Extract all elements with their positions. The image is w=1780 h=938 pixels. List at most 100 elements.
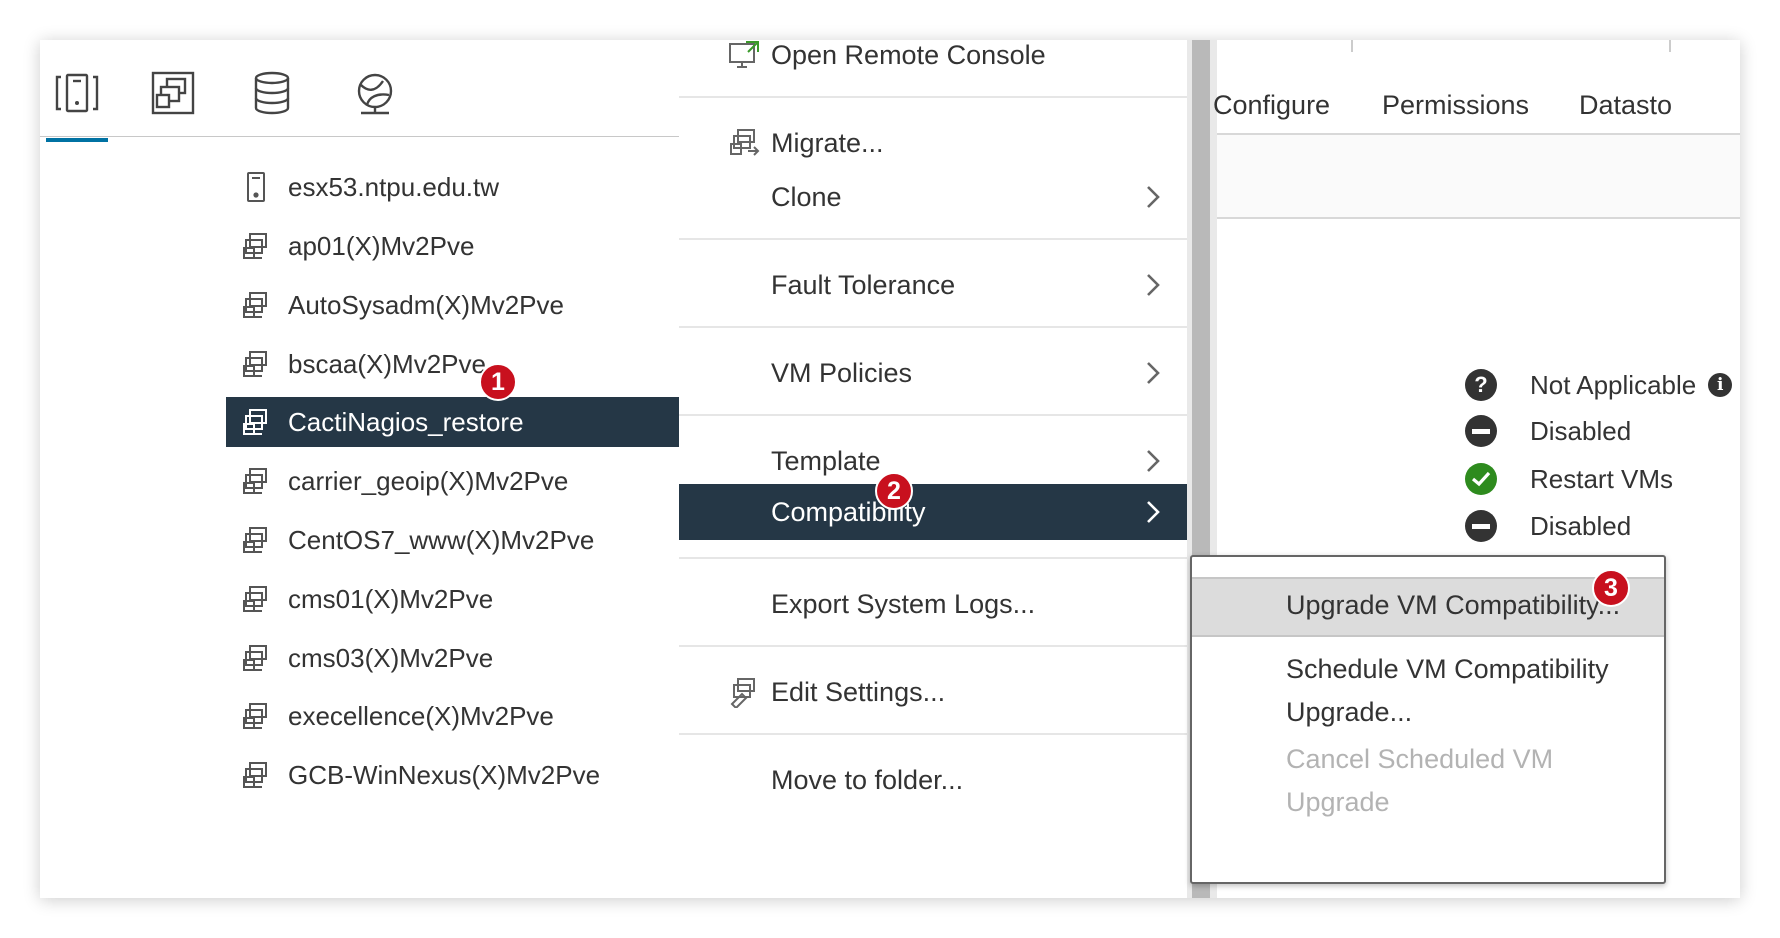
vm-icon xyxy=(238,757,274,793)
menu-item-edit-settings[interactable]: Edit Settings... xyxy=(679,661,1187,723)
chevron-right-icon xyxy=(1143,498,1163,526)
vm-icon xyxy=(238,228,274,264)
host-icon xyxy=(238,169,274,205)
inventory-navigator: esx53.ntpu.edu.tw ap01(X)Mv2Pve AutoSysadm… xyxy=(40,40,680,898)
vm-icon xyxy=(238,346,274,382)
vsphere-client-window: esx53.ntpu.edu.tw ap01(X)Mv2Pve AutoSysadm… xyxy=(40,40,1740,898)
tree-item-label: carrier_geoip(X)Mv2Pve xyxy=(288,465,569,496)
vm-icon xyxy=(238,287,274,323)
toolbar-area xyxy=(1217,135,1740,217)
navigator-tab-bar xyxy=(40,40,679,142)
menu-item-vm-policies[interactable]: VM Policies xyxy=(679,342,1187,404)
header-divider xyxy=(1351,40,1353,52)
menu-item-label: Clone xyxy=(771,181,842,212)
menu-separator xyxy=(679,326,1187,328)
chevron-right-icon xyxy=(1143,359,1163,387)
menu-item-open-remote-console[interactable]: Open Remote Console xyxy=(679,40,1187,86)
tree-item[interactable]: CactiNagios_restore xyxy=(226,397,679,447)
tree-item[interactable]: carrier_geoip(X)Mv2Pve xyxy=(226,456,679,506)
migrate-icon xyxy=(727,126,761,160)
vm-icon xyxy=(238,640,274,676)
status-row-disabled: Disabled xyxy=(1465,411,1631,451)
clipped-header xyxy=(1213,40,1733,50)
menu-item-export-system-logs[interactable]: Export System Logs... xyxy=(679,573,1187,635)
menu-item-fault-tolerance[interactable]: Fault Tolerance xyxy=(679,254,1187,316)
tree-item[interactable]: cms01(X)Mv2Pve xyxy=(226,574,679,624)
tree-item[interactable]: ap01(X)Mv2Pve xyxy=(226,221,679,271)
info-icon[interactable]: i xyxy=(1708,373,1733,397)
vm-icon xyxy=(238,522,274,558)
chevron-right-icon xyxy=(1143,183,1163,211)
menu-separator xyxy=(679,557,1187,559)
status-row-disabled-2: Disabled xyxy=(1465,506,1631,546)
tree-item-label: execellence(X)Mv2Pve xyxy=(288,700,554,731)
tree-item[interactable]: bscaa(X)Mv2Pve xyxy=(226,339,679,389)
submenu-label-line2: Upgrade... xyxy=(1286,697,1413,727)
cancel-scheduled-vm-upgrade-item: Cancel Scheduled VM Upgrade xyxy=(1192,735,1664,835)
vm-icon xyxy=(238,581,274,617)
vm-icon xyxy=(238,698,274,734)
tree-item[interactable]: execellence(X)Mv2Pve xyxy=(226,691,679,741)
menu-item-label: Move to folder... xyxy=(771,764,964,795)
vm-icon xyxy=(238,463,274,499)
question-icon: ? xyxy=(1465,369,1497,401)
tree-item[interactable]: cms03(X)Mv2Pve xyxy=(226,633,679,683)
step-badge-2: 2 xyxy=(875,472,913,510)
tab-configure[interactable]: Configure xyxy=(1213,90,1330,121)
storage-tab[interactable] xyxy=(245,66,299,120)
tree-item[interactable]: CentOS7_www(X)Mv2Pve xyxy=(226,515,679,565)
submenu-label-line1: Cancel Scheduled VM xyxy=(1286,744,1554,774)
menu-item-label: Edit Settings... xyxy=(771,676,946,707)
tree-item[interactable]: AutoSysadm(X)Mv2Pve xyxy=(226,280,679,330)
menu-item-compatibility[interactable]: Compatibility xyxy=(679,484,1187,540)
remote-console-icon xyxy=(727,40,761,72)
step-badge-1: 1 xyxy=(479,363,517,401)
tree-item-label: ap01(X)Mv2Pve xyxy=(288,230,475,261)
menu-separator xyxy=(679,733,1187,735)
minus-icon xyxy=(1465,510,1497,542)
tree-item-label: esx53.ntpu.edu.tw xyxy=(288,171,500,202)
menu-item-move-to-folder[interactable]: Move to folder... xyxy=(679,749,1187,811)
submenu-label: Upgrade VM Compatibility... xyxy=(1286,590,1621,620)
step-badge-3: 3 xyxy=(1592,569,1630,607)
status-label: Not Applicable xyxy=(1530,369,1697,400)
check-icon xyxy=(1465,463,1497,495)
vm-context-menu: Open Remote Console Migrate... Clone Fault … xyxy=(679,40,1187,898)
menu-item-template[interactable]: Template xyxy=(679,430,1187,492)
tree-item[interactable]: esx53.ntpu.edu.tw xyxy=(226,162,679,212)
tree-item[interactable]: GCB-WinNexus(X)Mv2Pve xyxy=(226,750,679,800)
schedule-vm-compatibility-upgrade-item[interactable]: Schedule VM Compatibility Upgrade... xyxy=(1192,635,1664,731)
edit-settings-icon xyxy=(727,675,761,709)
tab-permissions[interactable]: Permissions xyxy=(1382,90,1529,121)
menu-separator xyxy=(679,238,1187,240)
submenu-label-line2: Upgrade xyxy=(1286,787,1390,817)
tree-item-label: CactiNagios_restore xyxy=(288,406,524,437)
status-label: Disabled xyxy=(1530,510,1632,541)
vms-templates-tab[interactable] xyxy=(146,66,200,120)
tab-datastores[interactable]: Datasto xyxy=(1579,90,1672,121)
network-icon xyxy=(357,73,393,115)
header-divider xyxy=(1669,40,1671,52)
chevron-right-icon xyxy=(1143,447,1163,475)
tree-item-label: cms03(X)Mv2Pve xyxy=(288,642,494,673)
vms-templates-icon xyxy=(151,71,195,115)
menu-item-label: VM Policies xyxy=(771,357,913,388)
status-label: Restart VMs xyxy=(1530,463,1674,494)
status-row-restart-vms: Restart VMs xyxy=(1465,459,1673,499)
menu-item-label: Open Remote Console xyxy=(771,40,1046,70)
menu-separator xyxy=(679,645,1187,647)
hosts-clusters-tab[interactable] xyxy=(46,66,108,142)
menu-item-label: Export System Logs... xyxy=(771,588,1036,619)
chevron-right-icon xyxy=(1143,271,1163,299)
tree-item-label: cms01(X)Mv2Pve xyxy=(288,583,494,614)
menu-item-label: Template xyxy=(771,445,881,476)
submenu-label-line1: Schedule VM Compatibility xyxy=(1286,654,1609,684)
hosts-clusters-icon xyxy=(55,73,99,113)
tree-item-label: CentOS7_www(X)Mv2Pve xyxy=(288,524,595,555)
menu-item-clone[interactable]: Clone xyxy=(679,166,1187,228)
tree-item-label: AutoSysadm(X)Mv2Pve xyxy=(288,289,564,320)
tree-item-label: GCB-WinNexus(X)Mv2Pve xyxy=(288,759,601,790)
networking-tab[interactable] xyxy=(348,66,402,120)
menu-item-migrate[interactable]: Migrate... xyxy=(679,112,1187,174)
menu-item-label: Migrate... xyxy=(771,127,884,158)
